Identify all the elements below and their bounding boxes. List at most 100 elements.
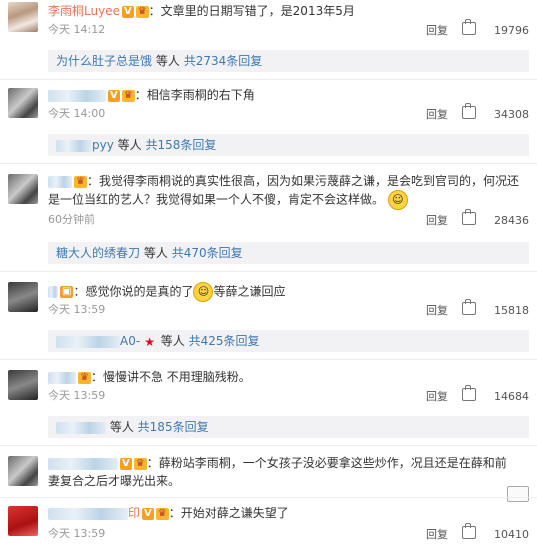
- reply-button[interactable]: 回复: [426, 304, 448, 317]
- vip-badge: ♛: [133, 457, 147, 470]
- verified-badge: V: [120, 457, 132, 470]
- like-count: 15818: [494, 304, 529, 317]
- thumbs-up-icon: [462, 385, 476, 401]
- blurred-author[interactable]: [48, 507, 128, 520]
- avatar[interactable]: [8, 282, 38, 312]
- divider: [0, 271, 537, 272]
- comment-text: ：慢慢讲不急 不用理脑残粉。: [90, 370, 251, 384]
- reply-button[interactable]: 回复: [426, 528, 448, 541]
- reply-others: 等人: [155, 54, 180, 68]
- verified-badge: V: [142, 507, 154, 520]
- thumbs-up-icon: [462, 299, 476, 315]
- like-button[interactable]: 28436: [462, 209, 529, 227]
- reply-count-link[interactable]: 共158条回复: [146, 138, 217, 152]
- comment-text-row: ♛ ：我觉得李雨桐说的真实性很高，因为如果污蔑薛之谦，是会吃到官司的，何况还是一位…: [48, 172, 529, 210]
- verified-badge: V: [108, 89, 120, 102]
- comment-text-row: ♛ ：慢慢讲不急 不用理脑残粉。: [48, 368, 529, 386]
- vip-badge: ♛: [74, 175, 87, 188]
- like-button[interactable]: 14684: [462, 385, 529, 403]
- vip-badge: ♛: [135, 5, 149, 18]
- divider: [0, 163, 537, 164]
- reply-user[interactable]: 糖大人的绣春刀: [56, 246, 140, 260]
- reply-button[interactable]: 回复: [426, 214, 448, 227]
- divider: [0, 359, 537, 360]
- scroll-stub[interactable]: [507, 486, 529, 502]
- comment-time: 今天 13:59: [48, 527, 106, 540]
- like-count: 14684: [494, 390, 529, 403]
- comment-time: 今天 14:12: [48, 23, 106, 36]
- star-icon: ★: [144, 334, 155, 349]
- reply-user[interactable]: A0-: [120, 334, 140, 348]
- avatar[interactable]: [8, 2, 38, 32]
- reply-summary[interactable]: 糖大人的绣春刀 等人 共470条回复: [48, 242, 529, 264]
- thumbs-up-icon: [462, 209, 476, 225]
- comment-time: 今天 13:59: [48, 389, 106, 402]
- divider: [0, 445, 537, 446]
- avatar[interactable]: [8, 174, 38, 204]
- like-count: 19796: [494, 24, 529, 37]
- comment-text-row: ▣ ：感觉你说的是真的了 ☺ 等薛之谦回应: [48, 282, 529, 302]
- thumbs-up-icon: [462, 19, 476, 35]
- reply-summary[interactable]: pyy 等人 共158条回复: [48, 134, 529, 156]
- comment-text-row: 印 V ♛ ：开始对薛之谦失望了: [48, 504, 529, 522]
- avatar[interactable]: [8, 370, 38, 400]
- grin-emoji-icon: ☺: [193, 282, 214, 302]
- comment-time: 今天 13:59: [48, 303, 106, 316]
- comment-time: 今天 14:00: [48, 107, 106, 120]
- reply-button[interactable]: 回复: [426, 390, 448, 403]
- reply-button[interactable]: 回复: [426, 108, 448, 121]
- reply-count-link[interactable]: 共470条回复: [172, 246, 243, 260]
- comment-text-row: V ♛ ：相信李雨桐的右下角: [48, 86, 529, 104]
- avatar[interactable]: [8, 506, 38, 536]
- reply-summary[interactable]: 为什么肚子总是饿 等人 共2734条回复: [48, 50, 529, 72]
- thumbs-up-icon: [462, 103, 476, 119]
- comment-time: 60分钟前: [48, 213, 95, 226]
- avatar[interactable]: [8, 88, 38, 118]
- reply-count-link[interactable]: 共2734条回复: [184, 54, 263, 68]
- reply-others: 等人: [143, 246, 168, 260]
- like-count: 34308: [494, 108, 529, 121]
- comment-text: ：我觉得李雨桐说的真实性很高，因为如果污蔑薛之谦，是会吃到官司的，何况还是一位当…: [48, 174, 519, 207]
- blurred-author[interactable]: [48, 175, 72, 188]
- comment-author[interactable]: 李雨桐Luyee: [48, 4, 120, 18]
- divider: [0, 79, 537, 80]
- like-count: 10410: [494, 528, 529, 541]
- like-button[interactable]: 34308: [462, 103, 529, 121]
- blurred-reply-user[interactable]: [56, 421, 106, 434]
- like-button[interactable]: 19796: [462, 19, 529, 37]
- reply-user[interactable]: pyy: [92, 138, 114, 152]
- vip-badge: ♛: [121, 89, 135, 102]
- reply-count-link[interactable]: 共185条回复: [138, 420, 209, 434]
- reply-summary[interactable]: A0- ★ 等人 共425条回复: [48, 330, 529, 352]
- blurred-reply-user[interactable]: [56, 335, 120, 348]
- avatar[interactable]: [8, 456, 38, 486]
- comment-text-row: V ♛ ：薛粉站李雨桐，一个女孩子没必要拿这些炒作，况且还是在薛和前妻复合之后才曝光…: [48, 454, 515, 490]
- comment-text: ：相信李雨桐的右下角: [134, 88, 255, 102]
- blurred-author[interactable]: [48, 457, 118, 470]
- like-count: 28436: [494, 214, 529, 227]
- blurred-author[interactable]: [48, 371, 76, 384]
- vip-badge: ♛: [78, 371, 91, 384]
- reply-summary[interactable]: 等人 共185条回复: [48, 416, 529, 438]
- reply-others: 等人: [160, 334, 185, 348]
- reply-user[interactable]: 为什么肚子总是饿: [56, 54, 152, 68]
- reply-others: 等人: [117, 138, 142, 152]
- comment-meta: 今天 13:59 回复 15818: [48, 299, 529, 318]
- comment-text: ：文章里的日期写错了，是2013年5月: [148, 4, 355, 18]
- reply-button[interactable]: 回复: [426, 24, 448, 37]
- smile-emoji-icon: ☺: [387, 190, 408, 210]
- blurred-author[interactable]: [48, 286, 58, 298]
- blurred-author[interactable]: [48, 89, 106, 102]
- reply-count-link[interactable]: 共425条回复: [189, 334, 260, 348]
- comment-meta: 60分钟前 回复 28436: [48, 209, 529, 228]
- like-button[interactable]: 15818: [462, 299, 529, 317]
- comment-text: ：开始对薛之谦失望了: [168, 506, 289, 520]
- comment-meta: 今天 13:59 回复 14684: [48, 385, 529, 404]
- like-button[interactable]: 10410: [462, 523, 529, 541]
- comment-author-suffix[interactable]: 印: [128, 506, 140, 520]
- comment-meta: 今天 13:59 回复 10410: [48, 523, 529, 542]
- verified-badge: V: [121, 5, 134, 18]
- reply-others: 等人: [109, 420, 134, 434]
- comment-text-2: 等薛之谦回应: [213, 284, 286, 299]
- blurred-reply-user[interactable]: [56, 139, 92, 152]
